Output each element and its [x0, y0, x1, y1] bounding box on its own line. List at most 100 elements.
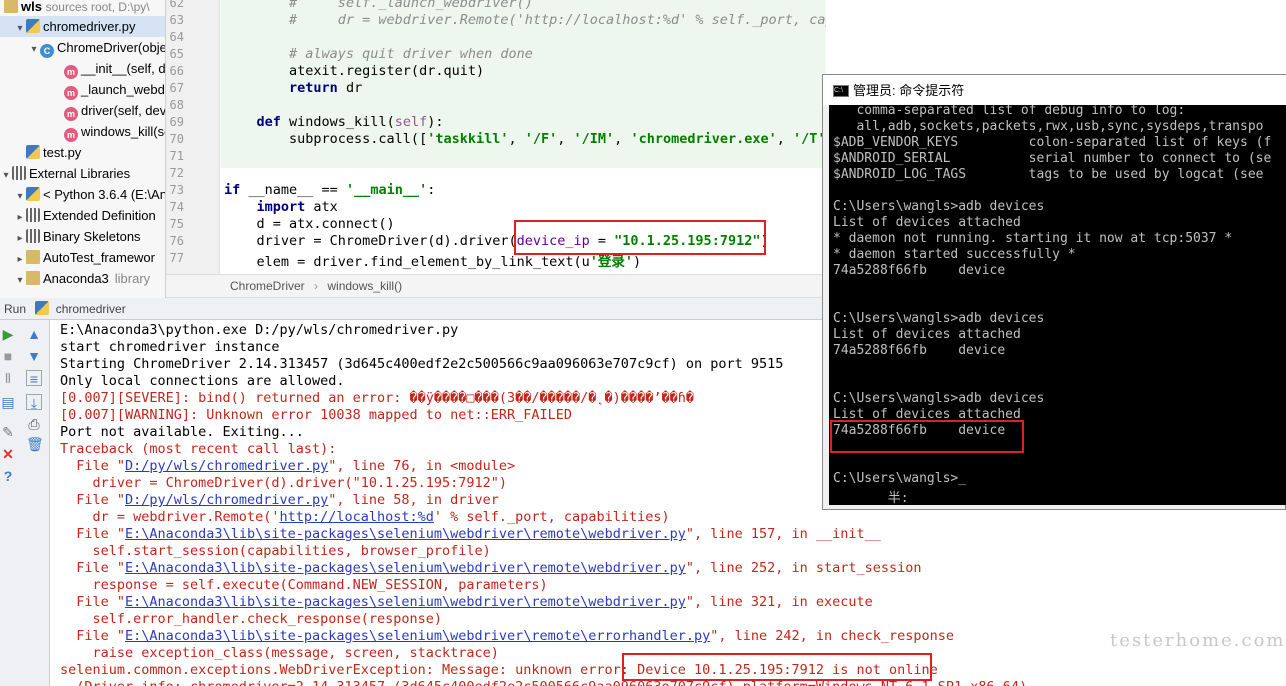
- pause-icon[interactable]: Ⅱ: [0, 370, 16, 386]
- python-file-icon: [26, 19, 40, 33]
- close-icon[interactable]: ✕: [0, 446, 16, 462]
- expand-arrow-icon[interactable]: ▾: [28, 39, 40, 60]
- tree-item[interactable]: mwindows_kill(self: [0, 121, 165, 142]
- cmd-title-bar[interactable]: C:\ 管理员: 命令提示符: [823, 75, 1286, 105]
- run-config-name[interactable]: chromedriver: [56, 302, 126, 316]
- soft-wrap-icon[interactable]: ≡: [26, 370, 42, 387]
- stop-icon[interactable]: ■: [0, 348, 16, 364]
- tree-item[interactable]: ▾ < Python 3.6.4 (E:\Anac: [0, 184, 165, 207]
- scroll-down-icon[interactable]: ▼: [26, 348, 42, 364]
- line-gutter: 62 63 64 65 66 67 68 69 70 71 72 73 74 75 76 77: [166, 0, 220, 274]
- tree-item[interactable]: ▾ Anaconda3 library: [0, 268, 150, 289]
- expand-arrow-icon[interactable]: ▸: [14, 207, 26, 228]
- tree-item-label: chromedriver.py: [43, 19, 136, 34]
- tree-item[interactable]: m__init__(self, d, p: [0, 58, 165, 79]
- line-number: 73: [169, 183, 184, 197]
- file-link[interactable]: E:\Anaconda3\lib\site-packages\selenium\…: [125, 594, 686, 610]
- expand-arrow-icon[interactable]: ▾: [0, 165, 12, 186]
- cmd-line: * daemon not running. starting it now at…: [833, 231, 1233, 246]
- line-number: 67: [169, 81, 184, 95]
- code-line[interactable]: # always quit driver when done: [224, 46, 533, 62]
- code-line[interactable]: atexit.register(dr.quit): [224, 63, 484, 79]
- project-root[interactable]: wls sources root, D:\py\: [4, 0, 150, 17]
- device-ip-highlight-box: [514, 220, 766, 255]
- line-number: 76: [169, 234, 184, 248]
- console-line: Port not available. Exiting...: [60, 424, 304, 440]
- tree-item[interactable]: ▾ C ChromeDriver(obje: [0, 37, 165, 60]
- rerun-icon[interactable]: ▶: [0, 326, 16, 342]
- chevron-right-icon: ›: [314, 279, 319, 293]
- breadcrumb-item-method[interactable]: windows_kill(): [327, 279, 402, 293]
- run-tab[interactable]: Run: [4, 302, 26, 316]
- cmd-line: all,adb,sockets,packets,rwx,usb,sync,sys…: [833, 119, 1264, 134]
- console-line: Traceback (most recent call last):: [60, 441, 337, 457]
- python-file-icon: [35, 301, 50, 315]
- file-link[interactable]: E:\Anaconda3\lib\site-packages\selenium\…: [125, 628, 710, 644]
- file-link[interactable]: E:\Anaconda3\lib\site-packages\selenium\…: [125, 560, 686, 576]
- layout-icon[interactable]: ▤: [0, 394, 16, 410]
- class-icon: C: [40, 44, 54, 58]
- file-link[interactable]: E:\Anaconda3\lib\site-packages\selenium\…: [125, 526, 686, 542]
- device-list-highlight-box: [830, 420, 1024, 453]
- cmd-line: 74a5288f66fb device: [833, 263, 1006, 278]
- code-line[interactable]: subprocess.call(['taskkill', '/F', '/IM'…: [224, 131, 826, 147]
- code-line[interactable]: if __name__ == '__main__':: [224, 182, 435, 198]
- line-number: 66: [169, 64, 184, 78]
- pin-icon[interactable]: ✎: [0, 424, 16, 440]
- tree-item[interactable]: ▸ Extended Definition: [0, 205, 156, 226]
- tree-item-label: test.py: [43, 145, 82, 160]
- line-number: 75: [169, 217, 184, 231]
- cmd-line: * daemon started successfully *: [833, 247, 1076, 262]
- tree-item-label: Extended Definition: [43, 208, 156, 223]
- breadcrumb: ChromeDriver › windows_kill(): [166, 274, 826, 298]
- console-line: File "E:\Anaconda3\lib\site-packages\sel…: [60, 560, 922, 576]
- method-icon: m: [64, 65, 78, 79]
- line-number: 64: [169, 30, 184, 44]
- line-number: 72: [169, 166, 184, 180]
- code-line[interactable]: # dr = webdriver.Remote('http://localhos…: [224, 12, 826, 28]
- tree-item[interactable]: ▾ External Libraries: [0, 163, 130, 184]
- project-tree[interactable]: wls sources root, D:\py\ ▾ chromedriver.p…: [0, 0, 166, 298]
- console-line: Only local connections are allowed.: [60, 373, 345, 389]
- expand-arrow-icon[interactable]: ▾: [14, 18, 26, 39]
- cmd-line: List of devices attached: [833, 327, 1021, 342]
- scroll-to-end-icon[interactable]: ⤓: [26, 394, 42, 411]
- cmd-line: C:\Users\wangls>_: [833, 471, 967, 486]
- tree-item[interactable]: m_launch_webdriv: [0, 79, 165, 100]
- library-icon: [26, 208, 40, 222]
- expand-arrow-icon[interactable]: ▸: [14, 228, 26, 249]
- tree-item[interactable]: mdriver(self, devic: [0, 100, 165, 121]
- expand-arrow-icon[interactable]: ▾: [14, 270, 26, 291]
- expand-arrow-icon[interactable]: ▾: [14, 186, 26, 207]
- file-link[interactable]: D:/py/wls/chromedriver.py: [125, 458, 328, 474]
- tree-item[interactable]: ▾ chromedriver.py: [0, 16, 165, 39]
- cmd-title: 管理员: 命令提示符: [853, 83, 965, 98]
- cmd-app-icon: C:\: [833, 85, 849, 97]
- print-icon[interactable]: ⎙: [26, 416, 42, 432]
- breadcrumb-item-class[interactable]: ChromeDriver: [230, 279, 305, 293]
- console-line: [0.007][SEVERE]: bind() returned an erro…: [60, 390, 694, 406]
- console-line: File "D:/py/wls/chromedriver.py", line 5…: [60, 492, 499, 508]
- console-line: File "D:/py/wls/chromedriver.py", line 7…: [60, 458, 516, 474]
- tree-item[interactable]: test.py: [0, 142, 81, 163]
- code-line[interactable]: return dr: [224, 80, 362, 96]
- console-line: File "E:\Anaconda3\lib\site-packages\sel…: [60, 628, 955, 644]
- folder-icon: [26, 271, 40, 285]
- tree-item-label: AutoTest_framewor: [43, 250, 155, 265]
- code-line[interactable]: def windows_kill(self):: [224, 114, 444, 130]
- expand-arrow-icon[interactable]: ▸: [14, 249, 26, 270]
- code-line[interactable]: # self._launch_webdriver(): [224, 0, 533, 11]
- file-link[interactable]: http://localhost:%d: [279, 509, 433, 525]
- help-icon[interactable]: ?: [0, 468, 16, 484]
- code-line[interactable]: import atx: [224, 199, 338, 215]
- trash-icon[interactable]: 🗑: [26, 436, 44, 452]
- line-number: 70: [169, 132, 184, 146]
- code-line[interactable]: d = atx.connect(): [224, 216, 395, 232]
- scroll-up-icon[interactable]: ▲: [26, 326, 42, 342]
- tree-item[interactable]: ▸ AutoTest_framewor: [0, 247, 155, 268]
- tree-item[interactable]: ▸ Binary Skeletons: [0, 226, 141, 247]
- cmd-line: List of devices attached: [833, 215, 1021, 230]
- file-link[interactable]: D:/py/wls/chromedriver.py: [125, 492, 328, 508]
- line-number: 71: [169, 149, 184, 163]
- library-icon: [26, 229, 40, 243]
